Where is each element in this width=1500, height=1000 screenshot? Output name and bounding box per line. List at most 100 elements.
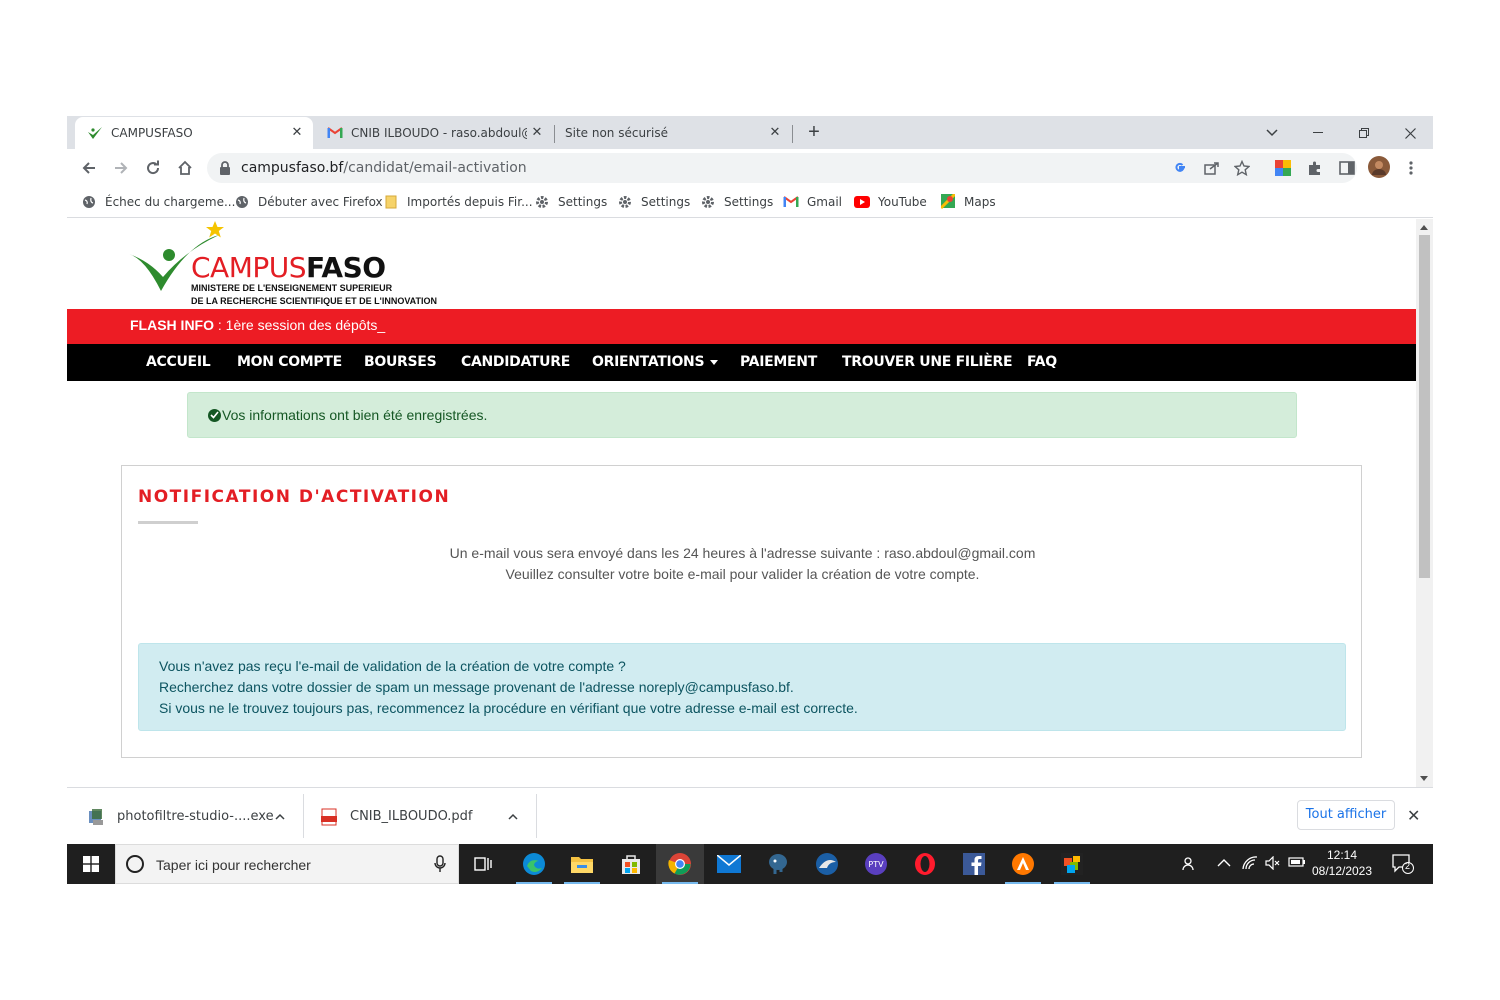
edge-icon[interactable] bbox=[510, 844, 558, 884]
new-tab-button[interactable]: + bbox=[803, 122, 825, 144]
people-icon[interactable] bbox=[1182, 856, 1198, 875]
taskbar-clock[interactable]: 12:14 08/12/2023 bbox=[1307, 847, 1377, 879]
wifi-icon[interactable] bbox=[1242, 856, 1258, 873]
thunderbird-icon[interactable] bbox=[803, 844, 851, 884]
mail-icon[interactable] bbox=[705, 844, 753, 884]
bookmark-star-icon[interactable] bbox=[1233, 159, 1251, 177]
restore-icon[interactable] bbox=[1341, 120, 1387, 146]
task-view-icon[interactable] bbox=[459, 844, 507, 884]
notification-count: 2 bbox=[1405, 861, 1411, 871]
nav-accueil[interactable]: ACCUEIL bbox=[146, 354, 211, 370]
bookmarks-bar: Échec du chargeme... Débuter avec Firefo… bbox=[67, 187, 1433, 218]
nav-bourses[interactable]: BOURSES bbox=[364, 354, 437, 370]
nav-trouver-filiere[interactable]: TROUVER UNE FILIÈRE bbox=[842, 354, 1013, 370]
nav-candidature[interactable]: CANDIDATURE bbox=[461, 354, 570, 370]
profile-avatar[interactable] bbox=[1368, 156, 1390, 178]
globe-icon bbox=[234, 194, 250, 210]
nav-faq[interactable]: FAQ bbox=[1027, 354, 1057, 370]
photofiltre-studio-icon[interactable] bbox=[1048, 844, 1096, 884]
youtube-icon bbox=[854, 194, 870, 210]
scroll-down-arrow-icon[interactable] bbox=[1420, 776, 1428, 781]
campusfaso-favicon bbox=[87, 125, 103, 141]
microphone-icon[interactable] bbox=[434, 855, 446, 873]
scrollbar-thumb[interactable] bbox=[1419, 235, 1430, 578]
chevron-up-icon[interactable] bbox=[508, 812, 518, 822]
battery-icon[interactable] bbox=[1288, 856, 1306, 871]
share-icon[interactable] bbox=[1203, 159, 1221, 177]
show-all-downloads-button[interactable]: Tout afficher bbox=[1297, 800, 1395, 830]
bookmark-youtube[interactable]: YouTube bbox=[854, 193, 927, 211]
installer-icon bbox=[87, 808, 105, 826]
folder-icon bbox=[383, 194, 399, 210]
tab-campusfaso[interactable]: CAMPUSFASO ✕ bbox=[75, 117, 313, 149]
tab-gmail[interactable]: CNIB ILBOUDO - raso.abdoul@gm ✕ bbox=[317, 117, 553, 149]
show-hidden-icons-icon[interactable] bbox=[1217, 856, 1231, 871]
nav-mon-compte[interactable]: MON COMPTE bbox=[237, 354, 342, 370]
campusfaso-logo[interactable]: CAMPUSFASO MINISTERE DE L'ENSEIGNEMENT S… bbox=[127, 219, 467, 309]
windows-start-icon[interactable] bbox=[67, 844, 115, 884]
side-panel-icon[interactable] bbox=[1338, 159, 1356, 177]
chevron-up-icon[interactable] bbox=[275, 812, 285, 822]
close-window-icon[interactable] bbox=[1387, 120, 1433, 146]
taskbar-search-box[interactable]: Taper ici pour rechercher bbox=[115, 844, 459, 884]
address-bar[interactable]: campusfaso.bf/candidat/email-activation bbox=[207, 153, 1357, 183]
clock-time: 12:14 bbox=[1326, 848, 1358, 862]
bookmark-settings-1[interactable]: Settings bbox=[534, 193, 607, 211]
download-separator bbox=[303, 794, 304, 838]
gear-icon bbox=[700, 194, 716, 210]
download-item-cnib-pdf[interactable]: CNIB_ILBOUDO.pdf bbox=[320, 788, 473, 845]
lock-icon[interactable] bbox=[219, 161, 231, 180]
tab-site-non-securise[interactable]: Site non sécurisé ✕ bbox=[555, 117, 791, 149]
gear-icon bbox=[617, 194, 633, 210]
reload-icon[interactable] bbox=[142, 157, 164, 179]
check-inbox-message: Veuillez consulter votre boite e-mail po… bbox=[505, 566, 980, 582]
logo-wordmark: CAMPUSFASO bbox=[191, 251, 386, 284]
bookmark-echec[interactable]: Échec du chargeme... bbox=[81, 193, 235, 211]
forward-icon[interactable] bbox=[110, 157, 132, 179]
minimize-icon[interactable] bbox=[1295, 120, 1341, 146]
opera-icon[interactable] bbox=[901, 844, 949, 884]
extensions-puzzle-icon[interactable] bbox=[1306, 159, 1324, 177]
home-icon[interactable] bbox=[174, 157, 196, 179]
logo-ministry-line1: MINISTERE DE L'ENSEIGNEMENT SUPERIEUR bbox=[191, 283, 393, 293]
url-text: campusfaso.bf/candidat/email-activation bbox=[241, 160, 527, 176]
bookmark-importes-firefox[interactable]: Importés depuis Fir... bbox=[383, 193, 533, 211]
microsoft-store-icon[interactable] bbox=[607, 844, 655, 884]
facebook-icon[interactable] bbox=[950, 844, 998, 884]
back-icon[interactable] bbox=[78, 157, 100, 179]
close-downloads-icon[interactable]: ✕ bbox=[1407, 806, 1420, 826]
tab-separator bbox=[792, 125, 793, 143]
nav-orientations[interactable]: ORIENTATIONS bbox=[592, 354, 719, 370]
success-alert: Vos informations ont bien été enregistré… bbox=[187, 392, 1297, 438]
info-line: Recherchez dans votre dossier de spam un… bbox=[159, 679, 794, 695]
bookmark-settings-2[interactable]: Settings bbox=[617, 193, 690, 211]
notifications-icon[interactable]: 2 bbox=[1392, 854, 1414, 877]
title-underline bbox=[138, 521, 198, 524]
flash-info-bar: FLASH INFO : 1ère session des dépôts_ bbox=[67, 309, 1416, 344]
chrome-taskbar-icon[interactable] bbox=[656, 844, 704, 884]
color-extension-icon[interactable] bbox=[1274, 159, 1292, 177]
bookmark-settings-3[interactable]: Settings bbox=[700, 193, 773, 211]
page-scrollbar[interactable] bbox=[1416, 219, 1433, 787]
ptv-app-icon[interactable]: PTV bbox=[852, 844, 900, 884]
running-indicator bbox=[1054, 882, 1090, 884]
bookmark-maps[interactable]: Maps bbox=[940, 193, 996, 211]
postgresql-icon[interactable] bbox=[754, 844, 802, 884]
volume-muted-icon[interactable] bbox=[1265, 855, 1281, 873]
dropdown-caret-icon bbox=[710, 359, 719, 365]
close-tab-icon[interactable]: ✕ bbox=[767, 125, 783, 141]
nav-paiement[interactable]: PAIEMENT bbox=[740, 354, 817, 370]
svg-text:PTV: PTV bbox=[868, 860, 884, 869]
download-item-photofiltre[interactable]: photofiltre-studio-....exe bbox=[87, 788, 274, 845]
menu-kebab-icon[interactable] bbox=[1402, 159, 1420, 177]
scroll-up-arrow-icon[interactable] bbox=[1420, 225, 1428, 230]
bookmark-debuter-firefox[interactable]: Débuter avec Firefox bbox=[234, 193, 383, 211]
tab-search-icon[interactable] bbox=[1249, 120, 1295, 146]
close-tab-icon[interactable]: ✕ bbox=[529, 125, 545, 141]
avast-icon[interactable] bbox=[999, 844, 1047, 884]
google-lens-icon[interactable] bbox=[1171, 159, 1189, 177]
logo-ministry-line2: DE LA RECHERCHE SCIENTIFIQUE ET DE L'INN… bbox=[191, 296, 437, 306]
close-tab-icon[interactable]: ✕ bbox=[289, 125, 305, 141]
file-explorer-icon[interactable] bbox=[558, 844, 606, 884]
bookmark-gmail[interactable]: Gmail bbox=[783, 193, 842, 211]
